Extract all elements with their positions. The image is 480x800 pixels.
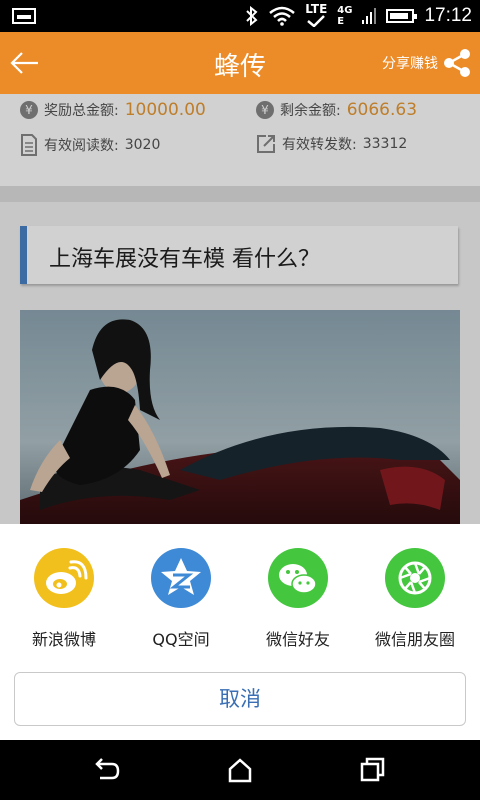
share-wechat-moments-label: 微信朋友圈 (374, 630, 455, 649)
mobile-signal: 4G E (337, 5, 353, 27)
app-header: 蜂传 分享赚钱 (0, 32, 480, 94)
share-wechat-friend[interactable]: 微信好友 (238, 548, 358, 650)
cancel-button[interactable]: 取消 (14, 672, 466, 726)
battery-icon (386, 9, 418, 23)
dim-overlay[interactable] (0, 94, 480, 524)
share-weibo-label: 新浪微博 (31, 630, 96, 649)
lte-indicator: LTE (305, 3, 327, 29)
share-qzone-label: QQ空间 (152, 630, 210, 649)
recents-nav-icon[interactable] (358, 756, 388, 784)
system-navigation-bar (0, 740, 480, 800)
wechat-icon (268, 548, 328, 608)
share-icon (444, 49, 470, 77)
share-earn-button[interactable]: 分享赚钱 (382, 48, 472, 78)
check-icon (307, 15, 326, 28)
status-icons: LTE 4G E 17:12 (245, 0, 472, 32)
weibo-icon (34, 548, 94, 608)
signal-bars-icon (362, 8, 377, 24)
wifi-icon (269, 6, 296, 26)
share-sheet: 新浪微博 QQ空间 微信好友 微信朋友圈 取消 (0, 524, 480, 740)
gallery-notification-icon (12, 8, 36, 24)
moments-icon (385, 548, 445, 608)
share-qzone[interactable]: QQ空间 (121, 548, 241, 650)
bluetooth-icon (246, 6, 258, 26)
share-earn-label: 分享赚钱 (382, 56, 438, 72)
back-nav-icon[interactable] (92, 756, 122, 784)
qzone-icon (151, 548, 211, 608)
share-weibo[interactable]: 新浪微博 (4, 548, 124, 650)
share-wechat-moments[interactable]: 微信朋友圈 (355, 548, 475, 650)
home-nav-icon[interactable] (225, 756, 255, 784)
share-wechat-friend-label: 微信好友 (265, 630, 330, 649)
clock: 17:12 (424, 5, 472, 26)
status-bar: LTE 4G E 17:12 (0, 0, 480, 32)
